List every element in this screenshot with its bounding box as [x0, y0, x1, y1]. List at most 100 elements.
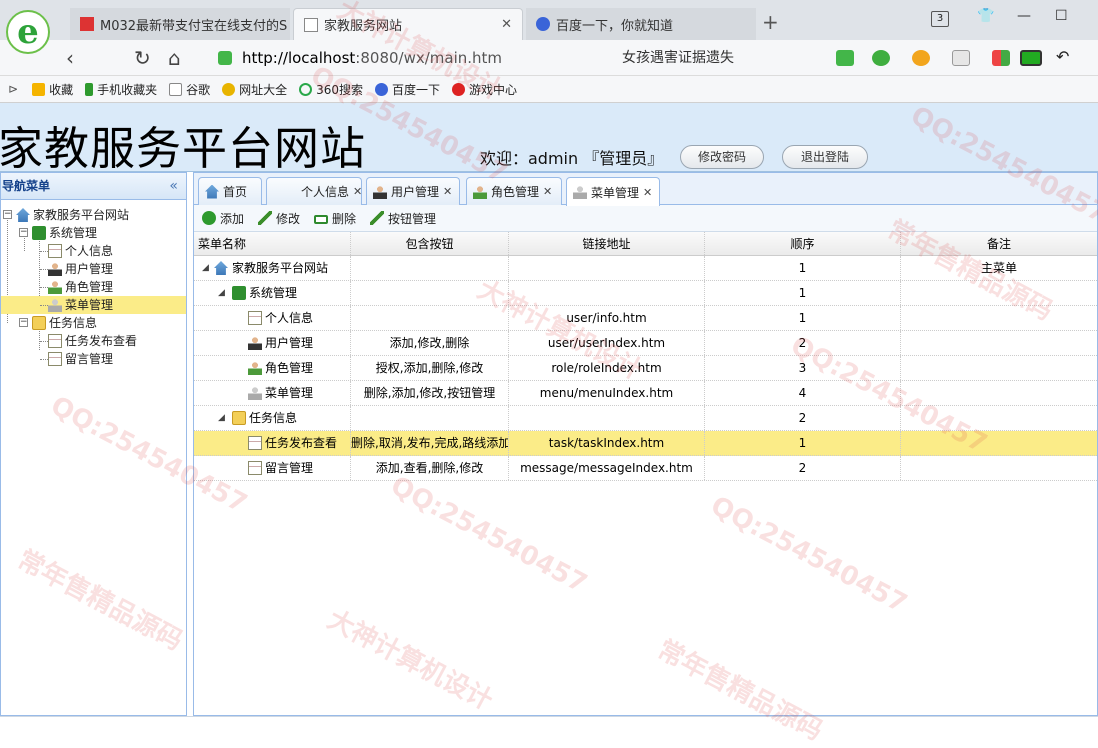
home-icon[interactable]: ⌂: [168, 46, 181, 70]
tree-item-root[interactable]: − 家教服务平台网站: [1, 206, 186, 224]
scissors-icon[interactable]: [836, 50, 854, 66]
tab-menus[interactable]: 菜单管理 ✕: [566, 177, 660, 206]
browser-logo-icon: e: [6, 10, 50, 54]
table-row[interactable]: 任务发布查看 删除,取消,发布,完成,路线添加 task/taskIndex.h…: [194, 431, 1097, 456]
new-tab-button[interactable]: +: [762, 10, 779, 34]
table-row[interactable]: ◢ 系统管理 1: [194, 281, 1097, 306]
browser-tab-2[interactable]: 家教服务网站 ✕: [293, 8, 523, 40]
expand-arrow-icon[interactable]: ◢: [202, 256, 209, 280]
back-icon[interactable]: ‹: [66, 46, 74, 70]
shirt-icon[interactable]: 👕: [977, 8, 994, 24]
tab-count-badge[interactable]: 3: [931, 11, 949, 27]
bookmark-item[interactable]: 网址大全: [222, 81, 287, 98]
translate-icon[interactable]: [872, 50, 890, 66]
add-icon: [202, 211, 216, 225]
360-icon: [299, 82, 313, 96]
bookmark-item[interactable]: 360搜索: [299, 81, 363, 98]
close-icon[interactable]: ✕: [543, 185, 552, 198]
bookmark-item[interactable]: 收藏: [32, 81, 73, 98]
table-row[interactable]: ◢ 家教服务平台网站 1 主菜单: [194, 256, 1097, 281]
pencil-icon: [370, 211, 385, 225]
close-tab-icon[interactable]: ✕: [493, 17, 512, 32]
apps-icon[interactable]: [992, 50, 1010, 66]
home-icon: [205, 184, 219, 199]
tree-item-users[interactable]: 用户管理: [1, 260, 186, 278]
tree-item-system[interactable]: − 系统管理: [1, 224, 186, 242]
refresh-icon[interactable]: ↻: [134, 46, 151, 70]
close-icon[interactable]: ✕: [353, 185, 362, 198]
column-header[interactable]: 顺序: [705, 232, 901, 255]
table-row[interactable]: 个人信息 user/info.htm 1: [194, 306, 1097, 331]
page-icon: [48, 334, 62, 348]
bookmark-item[interactable]: 手机收藏夹: [85, 81, 157, 98]
page-icon: [248, 461, 262, 475]
address-bar: ‹ ↻ ⌂ http://localhost:8080/wx/main.htm …: [0, 40, 1098, 76]
table-row[interactable]: 菜单管理 删除,添加,修改,按钮管理 menu/menuIndex.htm 4: [194, 381, 1097, 406]
bookmark-item[interactable]: 谷歌: [169, 81, 210, 98]
edit-button[interactable]: 修改: [258, 210, 300, 227]
button-manage-button[interactable]: 按钮管理: [370, 210, 436, 227]
expand-arrow-icon[interactable]: ◢: [218, 406, 225, 430]
tree-item-messages[interactable]: 留言管理: [1, 350, 186, 368]
url-input[interactable]: http://localhost:8080/wx/main.htm: [218, 45, 608, 71]
column-header[interactable]: 链接地址: [509, 232, 705, 255]
table-row[interactable]: ◢ 任务信息 2: [194, 406, 1097, 431]
globe-icon: [222, 82, 236, 96]
browser-tab-1[interactable]: M032最新带支付宝在线支付的S: [70, 8, 290, 40]
user-icon: [373, 184, 387, 199]
tree-collapse-icon[interactable]: −: [19, 228, 28, 237]
tree-item-menus[interactable]: 菜单管理: [1, 296, 186, 314]
extension-icon[interactable]: [952, 50, 970, 66]
home-icon: [16, 208, 30, 222]
tree-item-tasks[interactable]: − 任务信息: [1, 314, 186, 332]
delete-icon: [314, 214, 329, 224]
coin-icon[interactable]: [912, 50, 930, 66]
bookmark-item[interactable]: 百度一下: [375, 81, 440, 98]
battery-icon[interactable]: [1020, 50, 1042, 66]
sidebar: 导航菜单 « − 家教服务平台网站 − 系统管理 个人信息 用户管理 角色管理 …: [0, 172, 187, 716]
grid-body: ◢ 家教服务平台网站 1 主菜单 ◢ 系统管理 1 个人信息 user/info…: [194, 256, 1097, 481]
maximize-icon[interactable]: ☐: [1055, 8, 1068, 24]
game-icon: [452, 82, 466, 96]
grid-toolbar: 添加 修改 删除 按钮管理: [194, 205, 1097, 232]
expand-arrow-icon[interactable]: ◢: [218, 281, 225, 305]
search-input[interactable]: 女孩遇害证据遗失: [612, 45, 812, 71]
nav-tree: − 家教服务平台网站 − 系统管理 个人信息 用户管理 角色管理 菜单管理 − …: [1, 200, 186, 368]
tab-home[interactable]: 首页: [198, 177, 262, 205]
table-row[interactable]: 留言管理 添加,查看,删除,修改 message/messageIndex.ht…: [194, 456, 1097, 481]
baidu-favicon-icon: [536, 17, 550, 31]
tree-item-roles[interactable]: 角色管理: [1, 278, 186, 296]
sidebar-header: 导航菜单 «: [1, 173, 186, 200]
column-header[interactable]: 包含按钮: [351, 232, 509, 255]
logout-button[interactable]: 退出登陆: [782, 145, 868, 169]
tab-users[interactable]: 用户管理 ✕: [366, 177, 460, 205]
undo-icon[interactable]: ↶: [1056, 47, 1074, 66]
tab-profile[interactable]: 个人信息 ✕: [266, 177, 362, 205]
bookmark-item[interactable]: 游戏中心: [452, 81, 517, 98]
tree-collapse-icon[interactable]: −: [19, 318, 28, 327]
delete-button[interactable]: 删除: [314, 210, 356, 227]
bookmarks-bar: ⊳ 收藏 手机收藏夹 谷歌 网址大全 360搜索 百度一下 游戏中心: [0, 76, 1098, 103]
grid-header: 菜单名称 包含按钮 链接地址 顺序 备注: [194, 232, 1097, 256]
column-header[interactable]: 备注: [901, 232, 1097, 255]
status-strip: [0, 716, 1098, 728]
user-icon: [248, 336, 262, 350]
pencil-icon: [258, 211, 273, 225]
add-button[interactable]: 添加: [202, 210, 244, 227]
minimize-icon[interactable]: —: [1017, 8, 1031, 24]
change-password-button[interactable]: 修改密码: [680, 145, 764, 169]
tab-roles[interactable]: 角色管理 ✕: [466, 177, 562, 205]
tree-item-task-publish[interactable]: 任务发布查看: [1, 332, 186, 350]
close-icon[interactable]: ✕: [643, 186, 652, 199]
tree-collapse-icon[interactable]: −: [3, 210, 12, 219]
table-row[interactable]: 用户管理 添加,修改,删除 user/userIndex.htm 2: [194, 331, 1097, 356]
close-icon[interactable]: ✕: [443, 185, 452, 198]
collapse-icon[interactable]: «: [169, 173, 178, 200]
home-icon: [214, 261, 228, 275]
sidebar-toggle-icon[interactable]: ⊳: [8, 82, 18, 96]
table-row[interactable]: 角色管理 授权,添加,删除,修改 role/roleIndex.htm 3: [194, 356, 1097, 381]
column-header[interactable]: 菜单名称: [194, 232, 351, 255]
browser-tab-3[interactable]: 百度一下，你就知道: [526, 8, 756, 40]
tree-item-profile[interactable]: 个人信息: [1, 242, 186, 260]
star-icon: [32, 82, 46, 96]
